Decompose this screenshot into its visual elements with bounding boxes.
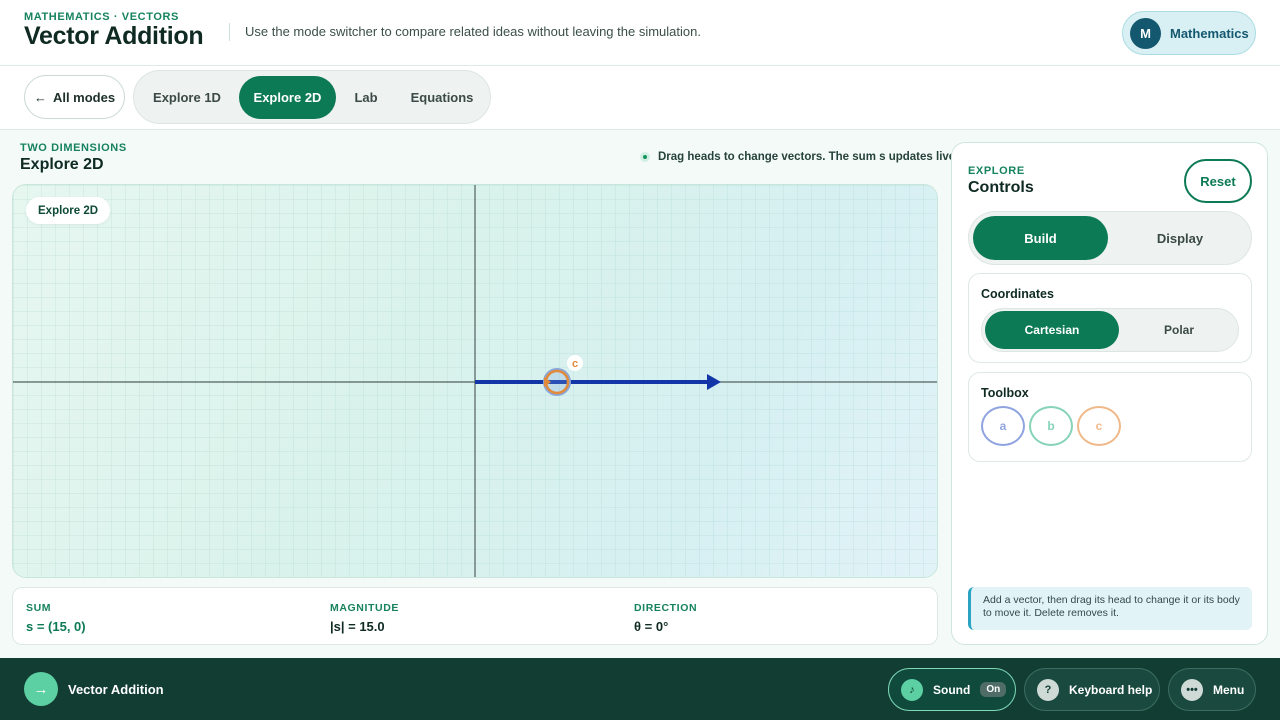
keyboard-help-button[interactable]: ? Keyboard help	[1024, 668, 1160, 711]
add-vector-c-button[interactable]: c	[1077, 406, 1121, 446]
footer-brand-label: Vector Addition	[68, 681, 164, 697]
coordinates-switch: Cartesian Polar	[981, 308, 1239, 352]
controls-eyebrow: EXPLORE	[968, 165, 1025, 177]
vector-c-label: c	[572, 358, 578, 370]
cartesian-button[interactable]: Cartesian	[985, 311, 1119, 349]
app-header: MATHEMATICS · VECTORS Vector Addition Us…	[0, 0, 1280, 66]
avatar: M	[1130, 17, 1161, 49]
more-icon: •••	[1181, 678, 1203, 701]
arrow-right-icon: →	[24, 672, 58, 706]
sum-label: SUM	[26, 602, 52, 614]
hint-text: Drag heads to change vectors. The sum s …	[658, 151, 959, 163]
build-button[interactable]: Build	[973, 216, 1108, 260]
keyboard-help-label: Keyboard help	[1069, 682, 1153, 697]
polar-button[interactable]: Polar	[1122, 311, 1236, 349]
sound-label: Sound	[933, 682, 971, 697]
magnitude-readout: MAGNITUDE |s| = 15.0	[330, 602, 399, 634]
direction-value: θ = 0°	[634, 619, 669, 634]
tab-explore-1d[interactable]: Explore 1D	[140, 76, 234, 119]
sum-readout: SUM s = (15, 0)	[26, 602, 86, 634]
mode-tabs: Explore 1D Explore 2D Lab Equations	[133, 70, 491, 124]
footer-brand[interactable]: → Vector Addition	[24, 672, 164, 706]
toolbox-card: Toolbox a b c	[968, 372, 1252, 462]
menu-button[interactable]: ••• Menu	[1168, 668, 1256, 711]
sound-state-badge: On	[980, 682, 1007, 697]
readout-bar: SUM s = (15, 0) MAGNITUDE |s| = 15.0 DIR…	[12, 587, 938, 645]
mode-bar: ← All modes Explore 1D Explore 2D Lab Eq…	[0, 66, 1280, 130]
canvas-mode-badge: Explore 2D	[26, 197, 111, 224]
arrow-left-icon: ←	[33, 89, 47, 105]
add-vector-b-button[interactable]: b	[1029, 406, 1073, 446]
tab-lab[interactable]: Lab	[342, 76, 390, 119]
toolbox-title: Toolbox	[981, 386, 1029, 400]
workspace-title: Explore 2D	[20, 156, 104, 173]
controls-title: Controls	[968, 179, 1034, 196]
menu-label: Menu	[1213, 682, 1245, 697]
music-note-icon: ♪	[901, 678, 923, 701]
status-dot-icon	[640, 152, 650, 162]
sum-vector-head[interactable]	[707, 374, 721, 390]
question-icon: ?	[1037, 678, 1059, 701]
magnitude-label: MAGNITUDE	[330, 602, 399, 614]
sum-value: s = (15, 0)	[26, 619, 86, 634]
workspace-eyebrow: TWO DIMENSIONS	[20, 142, 127, 154]
live-hint: Drag heads to change vectors. The sum s …	[640, 151, 958, 163]
all-modes-button[interactable]: ← All modes	[24, 75, 125, 119]
coordinates-card: Coordinates Cartesian Polar	[968, 273, 1252, 363]
reset-button[interactable]: Reset	[1184, 159, 1252, 203]
direction-readout: DIRECTION θ = 0°	[634, 602, 697, 634]
page-subtitle: Use the mode switcher to compare related…	[245, 24, 701, 39]
add-vector-a-button[interactable]: a	[981, 406, 1025, 446]
tab-equations[interactable]: Equations	[400, 76, 484, 119]
help-note: Add a vector, then drag its head to chan…	[968, 587, 1252, 630]
tab-explore-2d[interactable]: Explore 2D	[239, 76, 336, 119]
direction-label: DIRECTION	[634, 602, 698, 614]
coordinates-title: Coordinates	[981, 287, 1054, 301]
sound-toggle[interactable]: ♪ Sound On	[888, 668, 1016, 711]
vector-canvas[interactable]: c	[12, 184, 938, 578]
page-title: Vector Addition	[24, 22, 204, 50]
header-divider	[229, 23, 230, 41]
subject-button[interactable]: M Mathematics	[1122, 11, 1256, 55]
subject-label: Mathematics	[1170, 25, 1249, 41]
build-display-switch: Build Display	[968, 211, 1252, 265]
all-modes-label: All modes	[52, 89, 116, 105]
controls-panel: EXPLORE Controls Reset Build Display Coo…	[951, 142, 1268, 645]
display-button[interactable]: Display	[1111, 216, 1249, 260]
footer-bar: → Vector Addition ♪ Sound On ? Keyboard …	[0, 658, 1280, 720]
vector-plot: c	[13, 185, 937, 577]
magnitude-value: |s| = 15.0	[330, 619, 385, 634]
